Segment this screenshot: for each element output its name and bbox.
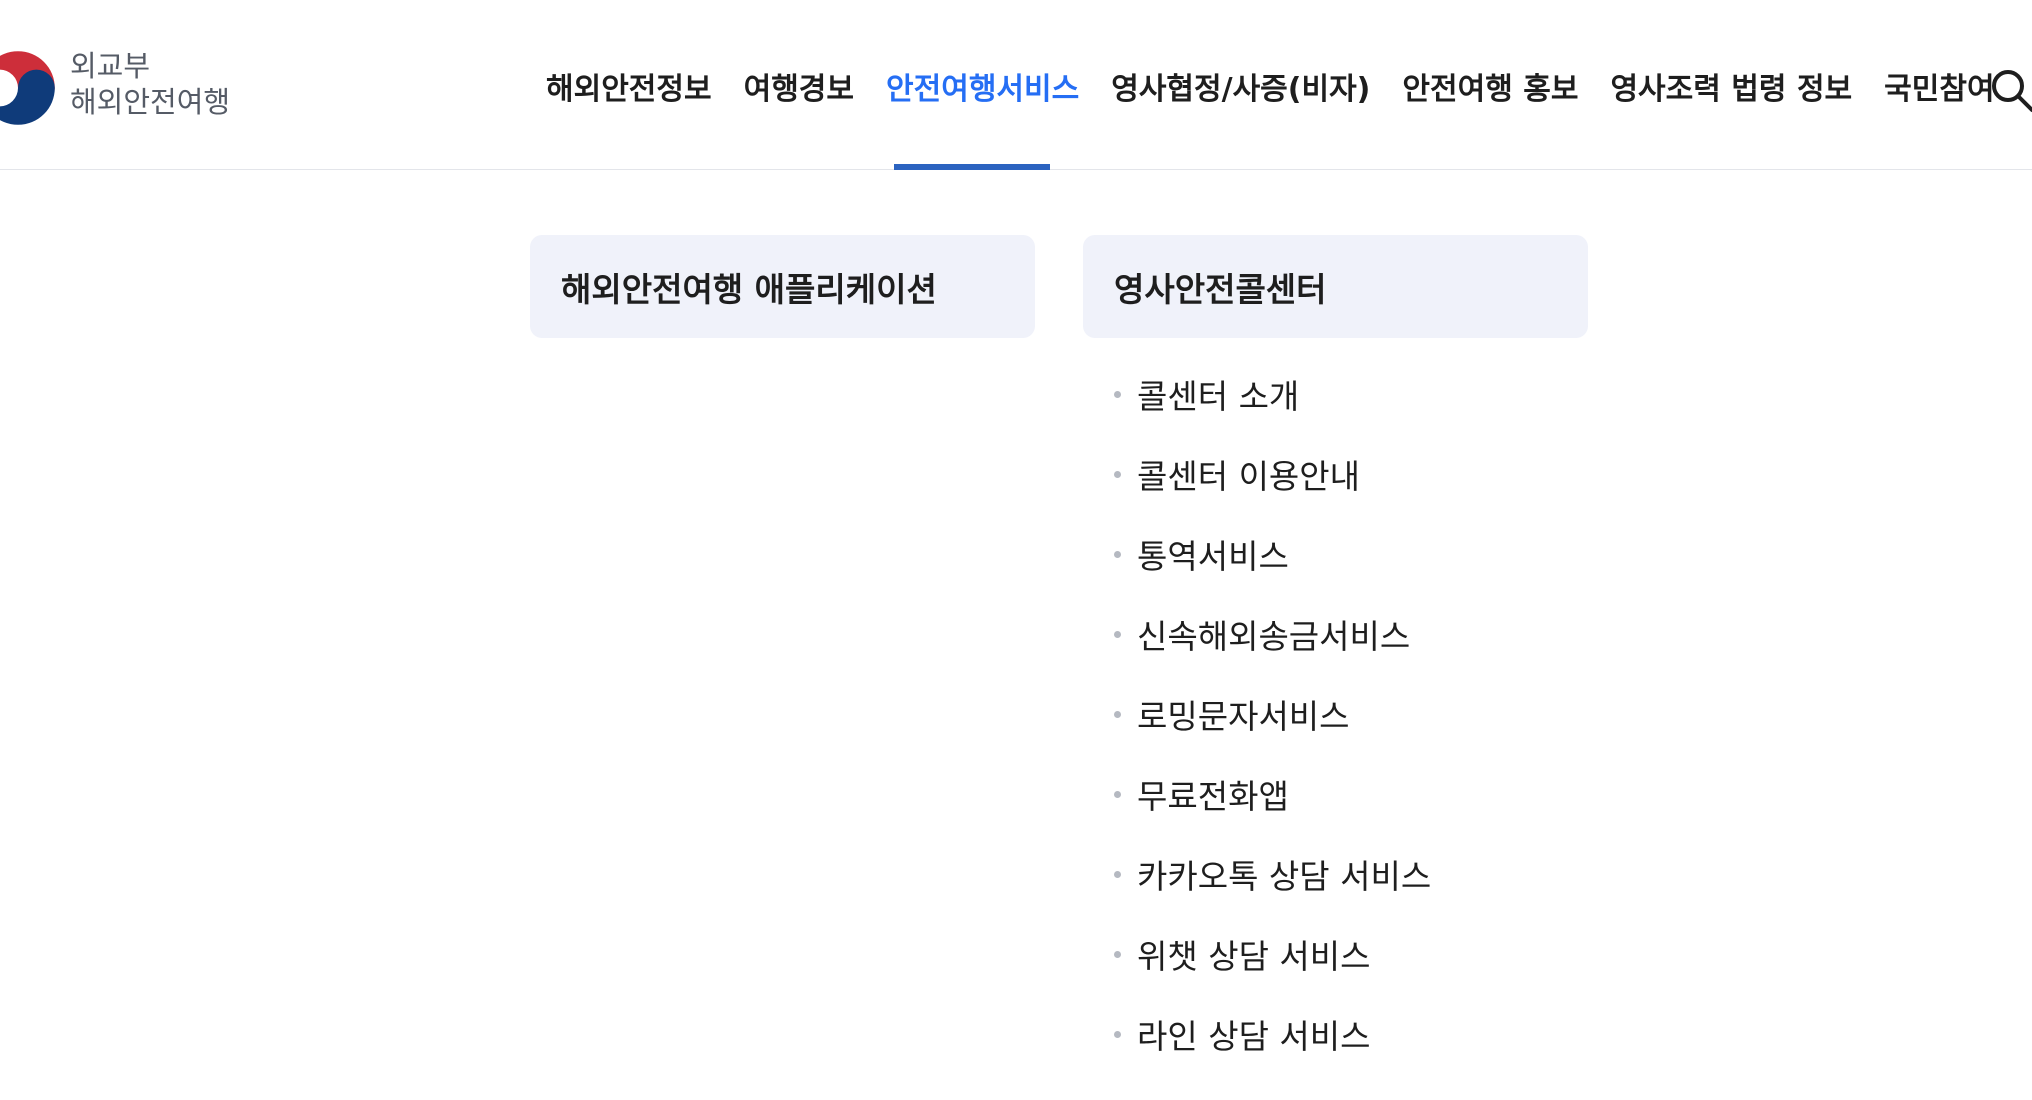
submenu-callcenter-title: 영사안전콜센터 [1114, 269, 1327, 309]
nav-item-consular-law-info[interactable]: 영사조력 법령 정보 [1594, 60, 1868, 120]
search-icon [1992, 70, 2032, 112]
submenu-item-roaming-sms[interactable]: 로밍문자서비스 [1114, 674, 1431, 754]
bullet-icon [1114, 550, 1121, 558]
submenu-item-remittance[interactable]: 신속해외송금서비스 [1114, 594, 1431, 674]
nav-item-safe-travel-service[interactable]: 안전여행서비스 [870, 60, 1095, 120]
submenu-item-wechat-chat[interactable]: 위챗 상담 서비스 [1114, 914, 1431, 994]
bullet-icon [1114, 710, 1121, 718]
submenu-item-label: 라인 상담 서비스 [1137, 1017, 1371, 1056]
submenu-item-label: 카카오톡 상담 서비스 [1137, 857, 1432, 896]
taegeuk-emblem-icon [0, 51, 55, 125]
submenu-item-label: 로밍문자서비스 [1137, 697, 1350, 736]
bullet-icon [1114, 790, 1121, 798]
search-button[interactable] [1990, 64, 2032, 116]
bullet-icon [1114, 950, 1121, 958]
site-header: 외교부 해외안전여행 해외안전정보 여행경보 안전여행서비스 영사협정/사증(비… [0, 0, 2032, 170]
submenu-item-callcenter-guide[interactable]: 콜센터 이용안내 [1114, 434, 1431, 514]
nav-item-travel-alert[interactable]: 여행경보 [728, 60, 870, 120]
logo-site-name: 해외안전여행 [70, 85, 231, 119]
bullet-icon [1114, 870, 1121, 878]
submenu-item-label: 콜센터 소개 [1137, 377, 1300, 416]
submenu-item-label: 신속해외송금서비스 [1137, 617, 1411, 656]
submenu-app-category[interactable]: 해외안전여행 애플리케이션 [530, 235, 1035, 338]
bullet-icon [1114, 390, 1121, 398]
submenu-item-kakaotalk-chat[interactable]: 카카오톡 상담 서비스 [1114, 834, 1431, 914]
bullet-icon [1114, 470, 1121, 478]
bullet-icon [1114, 1030, 1121, 1038]
submenu-item-free-call-app[interactable]: 무료전화앱 [1114, 754, 1431, 834]
nav-item-safe-travel-promotion[interactable]: 안전여행 홍보 [1386, 60, 1594, 120]
submenu-callcenter-category[interactable]: 영사안전콜센터 [1083, 235, 1588, 338]
logo-text: 외교부 해외안전여행 [70, 48, 230, 120]
submenu-item-label: 무료전화앱 [1137, 777, 1289, 816]
callcenter-submenu-list: 콜센터 소개 콜센터 이용안내 통역서비스 신속해외송금서비스 로밍문자서비스 … [1114, 354, 1431, 1074]
submenu-item-line-chat[interactable]: 라인 상담 서비스 [1114, 994, 1431, 1074]
main-navigation: 해외안전정보 여행경보 안전여행서비스 영사협정/사증(비자) 안전여행 홍보 … [530, 60, 2011, 120]
submenu-item-callcenter-intro[interactable]: 콜센터 소개 [1114, 354, 1431, 434]
submenu-app-title: 해외안전여행 애플리케이션 [561, 269, 937, 309]
submenu-item-label: 콜센터 이용안내 [1137, 457, 1361, 496]
nav-item-overseas-safety-info[interactable]: 해외안전정보 [530, 60, 728, 120]
submenu-item-interpretation[interactable]: 통역서비스 [1114, 514, 1431, 594]
nav-item-consular-agreement-visa[interactable]: 영사협정/사증(비자) [1095, 60, 1386, 120]
active-nav-indicator [894, 164, 1050, 170]
submenu-item-label: 위챗 상담 서비스 [1137, 937, 1371, 976]
submenu-item-label: 통역서비스 [1137, 537, 1289, 576]
bullet-icon [1114, 630, 1121, 638]
logo-ministry-name: 외교부 [70, 49, 151, 83]
